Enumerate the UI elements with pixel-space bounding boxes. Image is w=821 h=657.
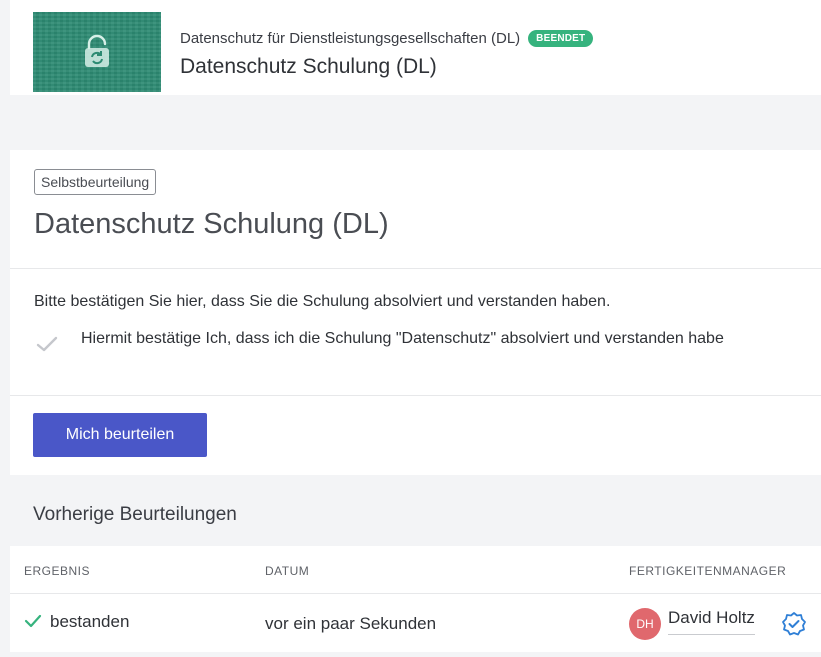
column-header-date: DATUM (265, 564, 310, 578)
status-badge: BEENDET (528, 30, 594, 47)
column-header-manager: FERTIGKEITENMANAGER (629, 564, 787, 578)
assessment-title: Datenschutz Schulung (DL) (34, 208, 389, 240)
result-text: bestanden (50, 612, 130, 631)
course-thumbnail (33, 12, 161, 92)
check-icon[interactable] (36, 336, 58, 357)
previous-assessments-title: Vorherige Beurteilungen (33, 504, 237, 525)
avatar: DH (629, 608, 661, 640)
divider (10, 395, 821, 396)
lock-refresh-icon (85, 34, 109, 67)
check-icon (24, 613, 42, 633)
verified-badge-icon (781, 611, 807, 642)
divider (10, 268, 821, 269)
column-header-result: ERGEBNIS (24, 564, 91, 578)
assess-me-button[interactable]: Mich beurteilen (33, 413, 207, 457)
confirmation-text: Hiermit bestätige Ich, dass ich die Schu… (81, 330, 724, 347)
table-row: bestanden vor ein paar Sekunden DH David… (10, 593, 821, 651)
assessment-card: Selbstbeurteilung Datenschutz Schulung (… (10, 150, 821, 475)
course-title: Datenschutz Schulung (DL) (180, 55, 437, 78)
assessment-instruction: Bitte bestätigen Sie hier, dass Sie die … (34, 293, 611, 310)
course-subtitle: Datenschutz für Dienstleistungsgesellsch… (180, 30, 594, 47)
previous-assessments-table: ERGEBNIS DATUM FERTIGKEITENMANAGER besta… (10, 546, 821, 652)
manager-name[interactable]: David Holtz (668, 608, 755, 635)
assessment-type-tag: Selbstbeurteilung (34, 169, 157, 195)
course-subtitle-text: Datenschutz für Dienstleistungsgesellsch… (180, 30, 521, 47)
course-header: Datenschutz für Dienstleistungsgesellsch… (10, 0, 821, 95)
date-text: vor ein paar Sekunden (265, 614, 437, 633)
previous-assessments-header: Vorherige Beurteilungen (10, 478, 821, 544)
